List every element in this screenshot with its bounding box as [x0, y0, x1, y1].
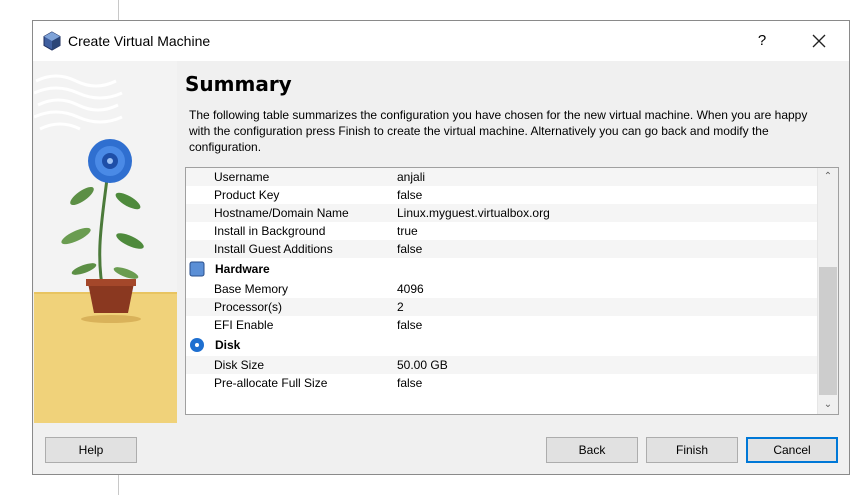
- wizard-illustration: [34, 61, 177, 423]
- row-key: Username: [214, 170, 270, 184]
- row-value: false: [397, 318, 423, 332]
- virtualbox-logo-icon: [43, 31, 61, 51]
- row-key: Pre-allocate Full Size: [214, 376, 328, 390]
- row-key: Base Memory: [214, 282, 289, 296]
- scroll-down-icon[interactable]: ⌄: [818, 396, 838, 414]
- scroll-up-icon[interactable]: ⌃: [818, 168, 838, 186]
- row-value: 2: [397, 300, 404, 314]
- back-button[interactable]: Back: [546, 437, 638, 463]
- row-value: 50.00 GB: [397, 358, 448, 372]
- row-key: Hostname/Domain Name: [214, 206, 349, 220]
- finish-button[interactable]: Finish: [646, 437, 738, 463]
- window-title: Create Virtual Machine: [68, 33, 211, 49]
- summary-rows: Username anjali Product Key false Hostname/D…: [186, 168, 817, 392]
- table-row[interactable]: Hostname/Domain Name Linux.myguest.virtua…: [186, 204, 817, 222]
- context-help-button[interactable]: ?: [749, 29, 775, 53]
- disk-section-header: Disk: [186, 334, 817, 356]
- page-title: Summary: [185, 72, 292, 96]
- section-label: Hardware: [215, 262, 270, 276]
- help-button[interactable]: Help: [45, 437, 137, 463]
- disk-icon: [190, 338, 204, 352]
- summary-page: Summary The following table summarizes t…: [185, 61, 845, 421]
- title-bar: Create Virtual Machine ?: [33, 21, 849, 61]
- row-value: Linux.myguest.virtualbox.org: [397, 206, 550, 220]
- table-row[interactable]: Product Key false: [186, 186, 817, 204]
- hardware-section-header: Hardware: [186, 258, 817, 280]
- table-row[interactable]: Pre-allocate Full Size false: [186, 374, 817, 392]
- row-key: Product Key: [214, 188, 280, 202]
- close-icon[interactable]: [803, 27, 835, 55]
- table-row[interactable]: Disk Size 50.00 GB: [186, 356, 817, 374]
- row-key: Install in Background: [214, 224, 326, 238]
- row-key: EFI Enable: [214, 318, 274, 332]
- row-value: false: [397, 242, 423, 256]
- create-vm-dialog: Create Virtual Machine ? Summary The fol…: [32, 20, 850, 475]
- row-key: Processor(s): [214, 300, 283, 314]
- table-row[interactable]: Install Guest Additions false: [186, 240, 817, 258]
- table-row[interactable]: Username anjali: [186, 168, 817, 186]
- row-value: anjali: [397, 170, 426, 184]
- row-value: true: [397, 224, 418, 238]
- table-row[interactable]: EFI Enable false: [186, 316, 817, 334]
- row-value: 4096: [397, 282, 424, 296]
- table-row[interactable]: Install in Background true: [186, 222, 817, 240]
- cancel-button[interactable]: Cancel: [746, 437, 838, 463]
- table-row[interactable]: Base Memory 4096: [186, 280, 817, 298]
- summary-table[interactable]: Username anjali Product Key false Hostname/D…: [185, 167, 839, 415]
- section-label: Disk: [215, 338, 241, 352]
- scroll-thumb[interactable]: [819, 267, 837, 395]
- chip-icon: [189, 261, 205, 277]
- table-row[interactable]: Processor(s) 2: [186, 298, 817, 316]
- page-description: The following table summarizes the confi…: [189, 108, 808, 154]
- vertical-scrollbar[interactable]: ⌃ ⌄: [817, 168, 838, 414]
- row-key: Install Guest Additions: [214, 242, 333, 256]
- row-value: false: [397, 188, 423, 202]
- row-value: false: [397, 376, 423, 390]
- row-key: Disk Size: [214, 358, 265, 372]
